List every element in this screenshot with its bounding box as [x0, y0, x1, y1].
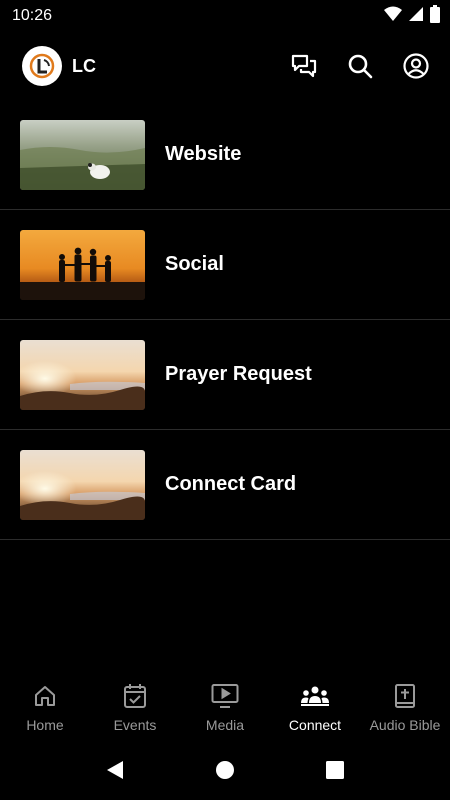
- social-thumbnail: [20, 229, 145, 300]
- list-item-website[interactable]: Website: [0, 100, 450, 210]
- list-item-prayer-request[interactable]: Prayer Request: [0, 320, 450, 430]
- bottom-nav: Home Events Media Connect Audio Bible: [0, 672, 450, 744]
- nav-item-events[interactable]: Events: [90, 672, 180, 744]
- list-item-connect-card[interactable]: Connect Card: [0, 430, 450, 540]
- bible-icon: [394, 682, 416, 710]
- church-logo[interactable]: [22, 46, 62, 86]
- signal-icon: [408, 6, 424, 27]
- list-item-social[interactable]: Social: [0, 210, 450, 320]
- tv-play-icon: [211, 682, 239, 710]
- battery-icon: [430, 4, 440, 28]
- list-item-label: Prayer Request: [165, 363, 312, 385]
- list-item-label: Social: [165, 253, 224, 275]
- app-bar: LC: [0, 32, 450, 100]
- website-thumbnail: [20, 119, 145, 190]
- list-item-label: Connect Card: [165, 473, 297, 495]
- app-actions: [290, 52, 430, 80]
- nav-label: Events: [113, 717, 157, 733]
- nav-item-media[interactable]: Media: [180, 672, 270, 744]
- recents-icon[interactable]: [325, 760, 345, 785]
- nav-label: Media: [205, 717, 245, 733]
- home-circle-icon[interactable]: [215, 760, 235, 785]
- status-icons: [384, 4, 440, 28]
- home-icon: [33, 682, 57, 710]
- nav-item-connect[interactable]: Connect: [270, 672, 360, 744]
- connect-card-thumbnail: [20, 449, 145, 520]
- status-bar: 10:26: [0, 0, 450, 32]
- prayer-request-thumbnail: [20, 339, 145, 410]
- nav-label: Home: [26, 717, 64, 733]
- back-icon[interactable]: [105, 759, 125, 786]
- nav-label: Connect: [288, 717, 342, 733]
- wifi-icon: [384, 6, 402, 27]
- account-icon[interactable]: [402, 52, 430, 80]
- calendar-check-icon: [123, 682, 147, 710]
- nav-item-audio-bible[interactable]: Audio Bible: [360, 672, 450, 744]
- nav-item-home[interactable]: Home: [0, 672, 90, 744]
- connect-list: Website Social Prayer Request Connect Ca…: [0, 100, 450, 540]
- search-icon[interactable]: [346, 52, 374, 80]
- system-nav-bar: [0, 744, 450, 800]
- app-title: LC: [72, 55, 96, 76]
- group-icon: [300, 682, 330, 710]
- chat-icon[interactable]: [290, 52, 318, 80]
- nav-label: Audio Bible: [369, 717, 441, 733]
- list-item-label: Website: [165, 143, 242, 165]
- status-time: 10:26: [12, 7, 53, 24]
